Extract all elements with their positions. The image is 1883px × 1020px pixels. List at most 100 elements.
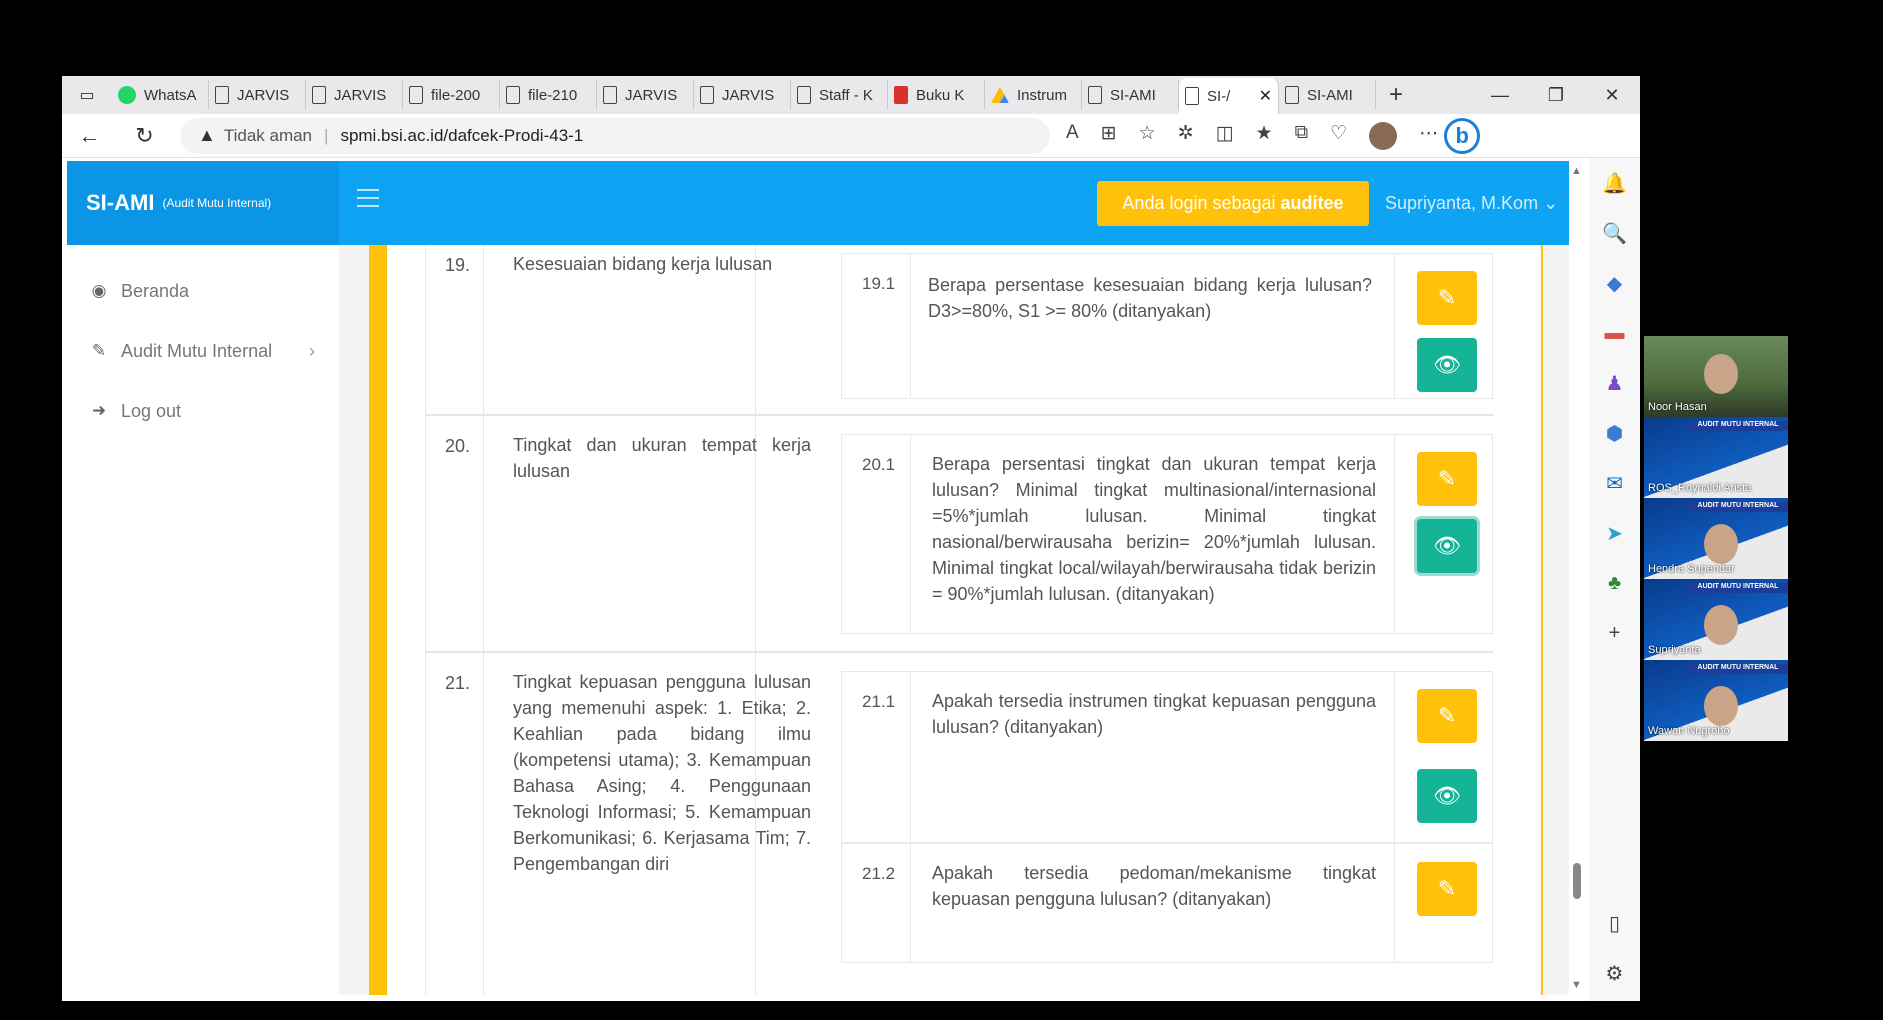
profile-avatar[interactable] xyxy=(1369,121,1398,150)
page-icon xyxy=(700,86,714,104)
tab[interactable]: Instrum xyxy=(985,80,1082,110)
eye-icon: 👁 xyxy=(1433,533,1461,558)
restore-icon[interactable]: ❐ xyxy=(1528,85,1584,106)
tab-label: Staff - K xyxy=(819,86,873,104)
close-window-icon[interactable]: ✕ xyxy=(1584,85,1640,106)
participant-tile[interactable]: AUDIT MUTU INTERNAL Wawan Nugroho xyxy=(1644,660,1788,741)
minimize-icon[interactable]: — xyxy=(1472,85,1528,106)
close-tab-icon[interactable]: ✕ xyxy=(1259,86,1272,106)
question-code: 21.1 xyxy=(862,692,896,711)
tile-banner: AUDIT MUTU INTERNAL xyxy=(1688,421,1788,431)
edit-button[interactable]: ✎ xyxy=(1417,271,1477,325)
question-item: 19.1 Berapa persentase kesesuaian bidang… xyxy=(841,253,1493,399)
extensions-icon[interactable]: ✲ xyxy=(1178,122,1194,150)
split-screen-icon[interactable]: ◫ xyxy=(1216,122,1234,150)
collections-icon[interactable]: ⧉ xyxy=(1295,122,1309,150)
participant-tile[interactable]: Noor Hasan xyxy=(1644,336,1788,417)
reader-view-icon[interactable]: ⊞ xyxy=(1101,122,1117,150)
scroll-down-icon[interactable]: ▼ xyxy=(1571,979,1582,991)
sidebar-item-label: Audit Mutu Internal xyxy=(121,340,273,361)
tab-actions-icon[interactable]: ▭ xyxy=(62,76,112,114)
page-icon xyxy=(1088,86,1102,104)
view-button[interactable]: 👁 xyxy=(1417,519,1477,573)
office-icon[interactable]: ⬢ xyxy=(1589,408,1640,458)
tab[interactable]: JARVIS xyxy=(597,80,694,110)
refresh-icon[interactable]: ↻ xyxy=(117,123,172,149)
participant-video xyxy=(1704,354,1738,394)
tab[interactable]: WhatsA xyxy=(112,80,209,110)
view-button[interactable]: 👁 xyxy=(1417,769,1477,823)
sidebar-item-logout[interactable]: ➜ Log out xyxy=(67,381,339,441)
user-menu[interactable]: Supriyanta, M.Kom ⌄ xyxy=(1385,193,1558,214)
question-text: Apakah tersedia pedoman/mekanisme tingka… xyxy=(932,863,1376,909)
tree-icon[interactable]: ♣ xyxy=(1589,558,1640,608)
tab-label: JARVIS xyxy=(722,86,775,104)
page-scrollbar[interactable]: ▲ ▼ xyxy=(1569,161,1585,995)
new-tab-icon[interactable]: + xyxy=(1376,81,1416,109)
sidebar-toggle-icon[interactable]: ▯ xyxy=(1589,898,1640,948)
tab[interactable]: JARVIS xyxy=(209,80,306,110)
participant-tile[interactable]: AUDIT MUTU INTERNAL Supriyanta xyxy=(1644,579,1788,660)
scrollbar-thumb[interactable] xyxy=(1573,863,1581,899)
view-button[interactable]: 👁 xyxy=(1417,338,1477,392)
row-criterion: Kesesuaian bidang kerja lulusan xyxy=(513,254,773,274)
sidebar-item-label: Beranda xyxy=(121,280,190,301)
logout-icon: ➜ xyxy=(91,401,107,420)
bing-copilot-icon[interactable]: b xyxy=(1444,117,1481,154)
health-icon[interactable]: ♡ xyxy=(1330,122,1347,150)
favorites-icon[interactable]: ★ xyxy=(1256,122,1273,150)
address-bar: ← ↻ ▲ Tidak aman | spmi.bsi.ac.id/dafcek… xyxy=(62,114,1640,158)
send-icon[interactable]: ➤ xyxy=(1589,508,1640,558)
security-label: Tidak aman xyxy=(223,125,313,145)
more-icon[interactable]: ⋯ xyxy=(1419,122,1438,150)
browser-window: ▭ WhatsA JARVIS JARVIS file-200 file-210… xyxy=(62,76,1640,1001)
tab-label: SI-AMI xyxy=(1110,86,1156,104)
tab[interactable]: JARVIS xyxy=(306,80,403,110)
edit-button[interactable]: ✎ xyxy=(1417,862,1477,916)
participant-video xyxy=(1704,605,1738,645)
page-icon xyxy=(1185,87,1199,105)
whatsapp-icon xyxy=(118,86,136,104)
hamburger-menu-icon[interactable] xyxy=(357,189,379,207)
edit-button[interactable]: ✎ xyxy=(1417,689,1477,743)
outlook-icon[interactable]: ✉ xyxy=(1589,458,1640,508)
question-item: 20.1 Berapa persentasi tingkat dan ukura… xyxy=(841,434,1493,634)
chevron-right-icon: › xyxy=(309,340,315,361)
tab[interactable]: file-200 xyxy=(403,80,500,110)
tab[interactable]: SI-AMI xyxy=(1279,80,1376,110)
url-field[interactable]: ▲ Tidak aman | spmi.bsi.ac.id/dafcek-Pro… xyxy=(180,117,1050,154)
shopping-tag-icon[interactable]: ◆ xyxy=(1589,258,1640,308)
participant-name: Noor Hasan xyxy=(1648,401,1707,413)
tools-icon[interactable]: ▬ xyxy=(1589,308,1640,358)
settings-gear-icon[interactable]: ⚙ xyxy=(1589,948,1640,998)
sidebar-item-audit-mutu-internal[interactable]: ✎ Audit Mutu Internal › xyxy=(67,321,339,381)
notification-bell-icon[interactable]: 🔔 xyxy=(1589,158,1640,208)
eye-icon: 👁 xyxy=(1433,783,1461,808)
sidebar-item-beranda[interactable]: ◉ Beranda xyxy=(67,261,339,321)
sidebar-item-label: Log out xyxy=(121,400,182,421)
tab[interactable]: Buku K xyxy=(888,80,985,110)
tab[interactable]: SI-AMI xyxy=(1082,80,1179,110)
warning-icon: ▲ xyxy=(198,125,216,145)
read-aloud-icon[interactable]: A xyxy=(1066,122,1079,150)
edit-button[interactable]: ✎ xyxy=(1417,452,1477,506)
edit-icon: ✎ xyxy=(91,341,107,360)
back-icon[interactable]: ← xyxy=(62,123,117,149)
question-item: 21.1 Apakah tersedia instrumen tingkat k… xyxy=(841,671,1493,843)
tab-active[interactable]: SI-/ ✕ xyxy=(1179,78,1279,114)
people-icon[interactable]: ♟ xyxy=(1589,358,1640,408)
tab[interactable]: JARVIS xyxy=(694,80,791,110)
url-text: spmi.bsi.ac.id/dafcek-Prodi-43-1 xyxy=(340,125,584,145)
tab[interactable]: file-210 xyxy=(500,80,597,110)
participant-tile[interactable]: AUDIT MUTU INTERNAL Hendra Supendar xyxy=(1644,498,1788,579)
participant-tile[interactable]: AUDIT MUTU INTERNAL ROS_Roynaldi Arista xyxy=(1644,417,1788,498)
pencil-icon: ✎ xyxy=(1437,285,1457,310)
add-icon[interactable]: + xyxy=(1589,608,1640,658)
scroll-up-icon[interactable]: ▲ xyxy=(1571,165,1582,177)
row-number: 19. xyxy=(445,255,471,275)
brand[interactable]: SI-AMI (Audit Mutu Internal) xyxy=(67,161,339,245)
search-icon[interactable]: 🔍 xyxy=(1589,208,1640,258)
tab[interactable]: Staff - K xyxy=(791,80,888,110)
favorite-star-icon[interactable]: ☆ xyxy=(1139,122,1156,150)
login-role-badge: Anda login sebagai auditee xyxy=(1097,181,1369,226)
